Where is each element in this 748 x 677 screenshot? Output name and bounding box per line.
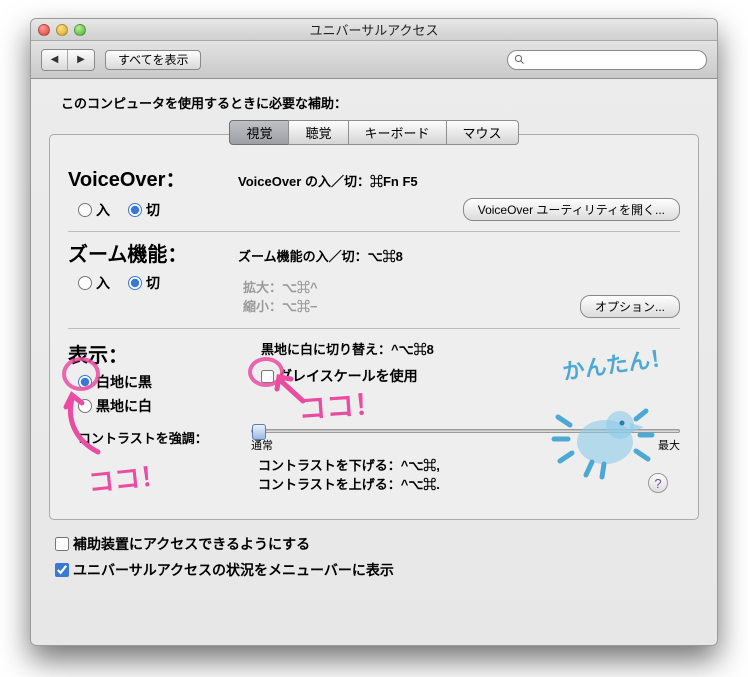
white-on-black-label: 黒地に白 [96,396,152,416]
zoom-on-radio[interactable]: 入 [78,273,110,293]
contrast-slider[interactable]: 通常 最大 [251,429,680,447]
zoom-options-button[interactable]: オプション... [580,295,680,318]
tab-mouse[interactable]: マウス [446,120,519,145]
section-voiceover: VoiceOver： VoiceOver の入／切：⌘Fn F5 入 切 Voi… [68,157,680,231]
grayscale-input[interactable] [261,370,274,383]
back-button[interactable]: ◀ [42,50,68,70]
voiceover-on-radio[interactable]: 入 [78,200,110,220]
titlebar: ユニバーサルアクセス [31,19,717,41]
zoom-button[interactable] [74,24,86,36]
contrast-label: コントラストを強調： [68,428,243,447]
voiceover-off-label: 切 [146,200,160,220]
assistive-devices-label: 補助装置にアクセスできるようにする [73,534,310,554]
tab-seeing[interactable]: 視覚 [229,120,289,145]
menubar-status-label: ユニバーサルアクセスの状況をメニューバーに表示 [73,560,394,580]
search-icon [514,54,525,65]
menubar-status-input[interactable] [55,563,69,577]
section-zoom: ズーム機能： ズーム機能の入／切：⌥⌘8 入 切 拡大：⌥⌘^ 縮小：⌥⌘− [68,231,680,328]
content: このコンピュータを使用するときに必要な補助： 視覚 聴覚 キーボード マウス V… [31,79,717,596]
tab-keyboard[interactable]: キーボード [348,120,447,145]
menubar-status-checkbox[interactable]: ユニバーサルアクセスの状況をメニューバーに表示 [55,560,699,580]
traffic-lights [38,24,86,36]
white-on-black-input[interactable] [78,399,92,413]
black-on-white-radio[interactable]: 白地に黒 [78,372,243,392]
tabs: 視覚 聴覚 キーボード マウス [49,120,699,145]
contrast-down-shortcut: コントラストを下げる：^⌥⌘, [258,455,680,474]
show-all-button[interactable]: すべてを表示 [105,50,201,70]
tab-hearing[interactable]: 聴覚 [288,120,348,145]
zoom-on-label: 入 [96,273,110,293]
search-input[interactable] [529,53,700,67]
minimize-button[interactable] [56,24,68,36]
annotation-koko-1: ココ！ [86,455,167,500]
contrast-up-shortcut: コントラストを上げる：^⌥⌘. [258,474,680,493]
help-button[interactable]: ? [648,473,668,493]
white-on-black-radio[interactable]: 黒地に白 [78,396,243,416]
window-title: ユニバーサルアクセス [31,20,717,39]
voiceover-off-radio[interactable]: 切 [128,200,160,220]
voiceover-off-input[interactable] [128,203,142,217]
voiceover-on-label: 入 [96,200,110,220]
grayscale-checkbox[interactable]: グレイスケールを使用 [261,366,418,386]
search-field[interactable] [507,50,707,70]
open-voiceover-utility-button[interactable]: VoiceOver ユーティリティを開く... [463,198,680,221]
prefs-window: ユニバーサルアクセス ◀ ▶ すべてを表示 このコンピュータを使用するときに必要… [30,18,718,646]
zoom-on-input[interactable] [78,276,92,290]
zoom-in-shortcut: 拡大：⌥⌘^ [243,277,680,296]
assistive-devices-checkbox[interactable]: 補助装置にアクセスできるようにする [55,534,699,554]
close-button[interactable] [38,24,50,36]
voiceover-heading: VoiceOver： [68,163,228,192]
black-on-white-label: 白地に黒 [96,372,152,392]
voiceover-on-input[interactable] [78,203,92,217]
zoom-off-radio[interactable]: 切 [128,273,160,293]
section-display: 表示： 白地に黒 黒地に白 [68,328,680,503]
slider-max-label: 最大 [658,437,680,453]
zoom-heading: ズーム機能： [68,238,228,267]
footer-checks: 補助装置にアクセスできるようにする ユニバーサルアクセスの状況をメニューバーに表… [55,534,699,580]
slider-track [251,429,680,433]
black-on-white-input[interactable] [78,375,92,389]
tab-pane: VoiceOver： VoiceOver の入／切：⌘Fn F5 入 切 Voi… [49,134,699,520]
intro-text: このコンピュータを使用するときに必要な補助： [61,93,699,112]
zoom-off-label: 切 [146,273,160,293]
voiceover-shortcut: VoiceOver の入／切：⌘Fn F5 [238,171,418,190]
slider-min-label: 通常 [251,437,273,453]
invert-shortcut: 黒地に白に切り替え：^⌥⌘8 [261,339,680,358]
display-heading: 表示： [68,339,228,368]
forward-button[interactable]: ▶ [68,50,94,70]
zoom-shortcut: ズーム機能の入／切：⌥⌘8 [238,246,403,265]
nav-buttons: ◀ ▶ [41,49,95,71]
zoom-off-input[interactable] [128,276,142,290]
toolbar: ◀ ▶ すべてを表示 [31,41,717,79]
grayscale-label: グレイスケールを使用 [278,366,418,386]
assistive-devices-input[interactable] [55,537,69,551]
